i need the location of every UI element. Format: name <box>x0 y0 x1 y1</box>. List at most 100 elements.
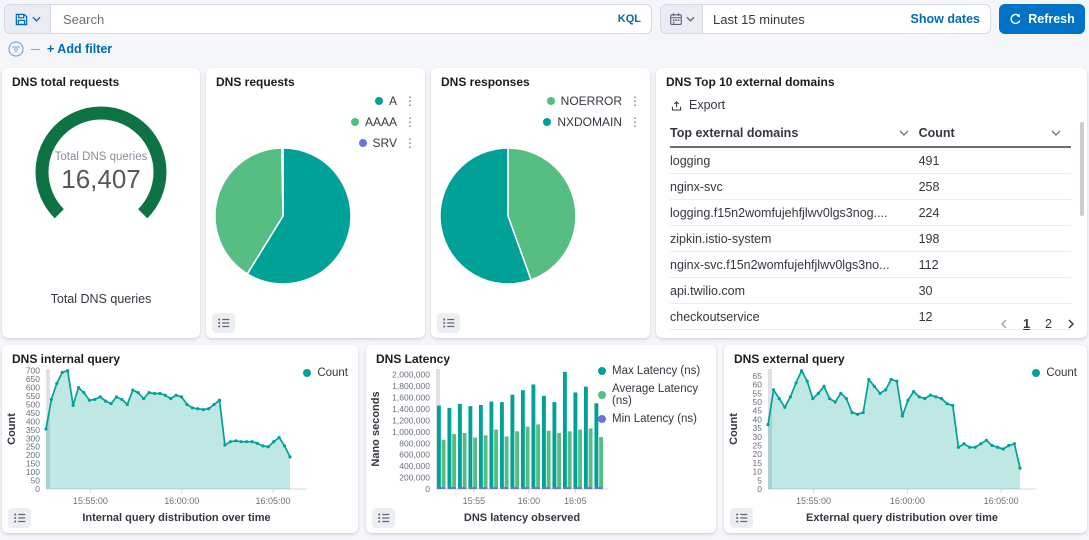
cell-domain: zipkin.istio-system <box>670 226 919 252</box>
data-point <box>906 399 909 402</box>
legend-item-actions-icon[interactable]: ⋮ <box>403 117 417 127</box>
y-tick-label: 400,000 <box>399 461 430 471</box>
legend-toggle-button[interactable] <box>8 508 31 528</box>
x-axis-title: External query distribution over time <box>806 512 998 524</box>
data-point <box>957 446 960 449</box>
data-point <box>55 382 58 385</box>
bar-avg-latency <box>547 431 551 489</box>
chart-legend: Count <box>303 367 348 379</box>
export-button[interactable]: Export <box>670 98 725 112</box>
legend-label: AAAA <box>365 115 397 129</box>
pie-legend: NOERROR⋮ NXDOMAIN⋮ <box>543 94 642 129</box>
refresh-button[interactable]: Refresh <box>999 4 1085 34</box>
legend-dot <box>598 391 606 399</box>
sort-chevron-icon <box>1051 130 1061 136</box>
bar-max-latency <box>552 402 556 489</box>
cell-domain: checkoutservice <box>670 304 919 330</box>
legend-item-Min Latency (ns)[interactable]: Min Latency (ns) <box>598 413 710 425</box>
data-point <box>137 391 140 394</box>
data-point <box>180 395 183 398</box>
legend-item-Count[interactable]: Count <box>303 367 348 379</box>
page-button-2[interactable]: 2 <box>1045 317 1052 331</box>
legend-toggle-button[interactable] <box>212 313 235 333</box>
panel-dns-internal-query: DNS internal query Count 050100150200250… <box>2 345 358 533</box>
column-header-domains[interactable]: Top external domains <box>670 120 919 147</box>
data-point <box>822 385 825 388</box>
data-point <box>951 404 954 407</box>
search-input[interactable] <box>61 11 610 28</box>
data-point <box>61 371 64 374</box>
legend-item-actions-icon[interactable]: ⋮ <box>628 117 642 127</box>
page-button-1[interactable]: 1 <box>1023 317 1030 331</box>
saved-query-menu-button[interactable] <box>4 4 50 34</box>
time-range-value[interactable]: Last 15 minutes <box>703 12 901 27</box>
data-point <box>878 392 881 395</box>
pie-legend: A⋮AAAA⋮SRV⋮ <box>351 94 417 150</box>
chart-legend: Count <box>1032 367 1077 379</box>
legend-item-NOERROR[interactable]: NOERROR⋮ <box>543 94 642 108</box>
legend-item-actions-icon[interactable]: ⋮ <box>403 96 417 106</box>
panel-dns-responses: DNS responses NOERROR⋮NXDOMAIN⋮ <box>431 68 650 338</box>
legend-item-NXDOMAIN[interactable]: NXDOMAIN⋮ <box>543 115 642 129</box>
table-scrollbar[interactable] <box>1080 122 1084 216</box>
gauge-label: Total DNS queries <box>55 151 148 163</box>
data-point <box>856 413 859 416</box>
next-page-icon[interactable] <box>1067 319 1075 329</box>
legend-item-Count[interactable]: Count <box>1032 367 1077 379</box>
table-row: zipkin.istio-system198 <box>670 226 1071 252</box>
legend-item-AAAA[interactable]: AAAA ⋮ <box>351 115 417 129</box>
data-point <box>66 369 69 372</box>
bar-max-latency <box>531 384 535 489</box>
data-point <box>44 427 47 430</box>
legend-item-actions-icon[interactable]: ⋮ <box>403 138 417 148</box>
bar-min-latency <box>458 487 466 489</box>
data-point <box>783 406 786 409</box>
bar-max-latency <box>510 395 514 489</box>
query-bar: KQL Last 15 minutes Show dates <box>4 4 1085 34</box>
area-chart: 0510152025303540455055606515:55:0016:00:… <box>724 361 1087 533</box>
legend-label: A <box>389 94 397 108</box>
table-row: api.twilio.com30 <box>670 278 1071 304</box>
calendar-menu-button[interactable] <box>661 5 703 33</box>
y-tick-label: 60 <box>753 380 763 390</box>
legend-label: Count <box>317 367 348 379</box>
legend-item-Max Latency (ns)[interactable]: Max Latency (ns) <box>598 365 710 377</box>
y-tick-label: 0 <box>425 484 430 494</box>
legend-label: Min Latency (ns) <box>612 413 697 425</box>
data-point <box>250 440 253 443</box>
table-pagination: 12 <box>1000 317 1075 331</box>
bar-max-latency <box>437 406 441 489</box>
legend-item-SRV[interactable]: SRV ⋮ <box>351 136 417 150</box>
data-point <box>778 397 781 400</box>
legend-toggle-button[interactable] <box>730 508 753 528</box>
data-point <box>895 380 898 383</box>
cell-count: 258 <box>919 174 1071 200</box>
previous-page-icon[interactable] <box>1000 319 1008 329</box>
kql-badge[interactable]: KQL <box>618 13 641 25</box>
legend-item-A[interactable]: A⋮ <box>351 94 417 108</box>
data-point <box>272 440 275 443</box>
show-dates-link[interactable]: Show dates <box>901 12 990 26</box>
bar-min-latency <box>511 487 519 489</box>
legend-toggle-button[interactable] <box>372 508 395 528</box>
legend-item-Average Latency (ns)[interactable]: Average Latency (ns) <box>598 383 710 407</box>
x-tick-label: 16:00 <box>518 496 541 506</box>
y-tick-label: 800,000 <box>399 438 430 448</box>
panel-dns-external-query: DNS external query Count 051015202530354… <box>724 345 1087 533</box>
bar-max-latency <box>500 402 504 489</box>
bar-max-latency <box>521 390 525 489</box>
legend-item-actions-icon[interactable]: ⋮ <box>628 96 642 106</box>
data-point <box>789 395 792 398</box>
y-tick-label: 5 <box>757 475 762 485</box>
data-point <box>229 440 232 443</box>
filter-icon[interactable] <box>8 41 24 57</box>
bar-avg-latency <box>494 430 498 489</box>
legend-label: Average Latency (ns) <box>612 383 710 407</box>
legend-toggle-button[interactable] <box>437 313 460 333</box>
export-icon <box>670 99 683 112</box>
legend-label: Count <box>1046 367 1077 379</box>
column-header-count[interactable]: Count <box>919 120 1071 147</box>
bar-avg-latency <box>589 428 593 489</box>
add-filter-link[interactable]: + Add filter <box>47 42 112 56</box>
legend-label: SRV <box>373 136 397 150</box>
